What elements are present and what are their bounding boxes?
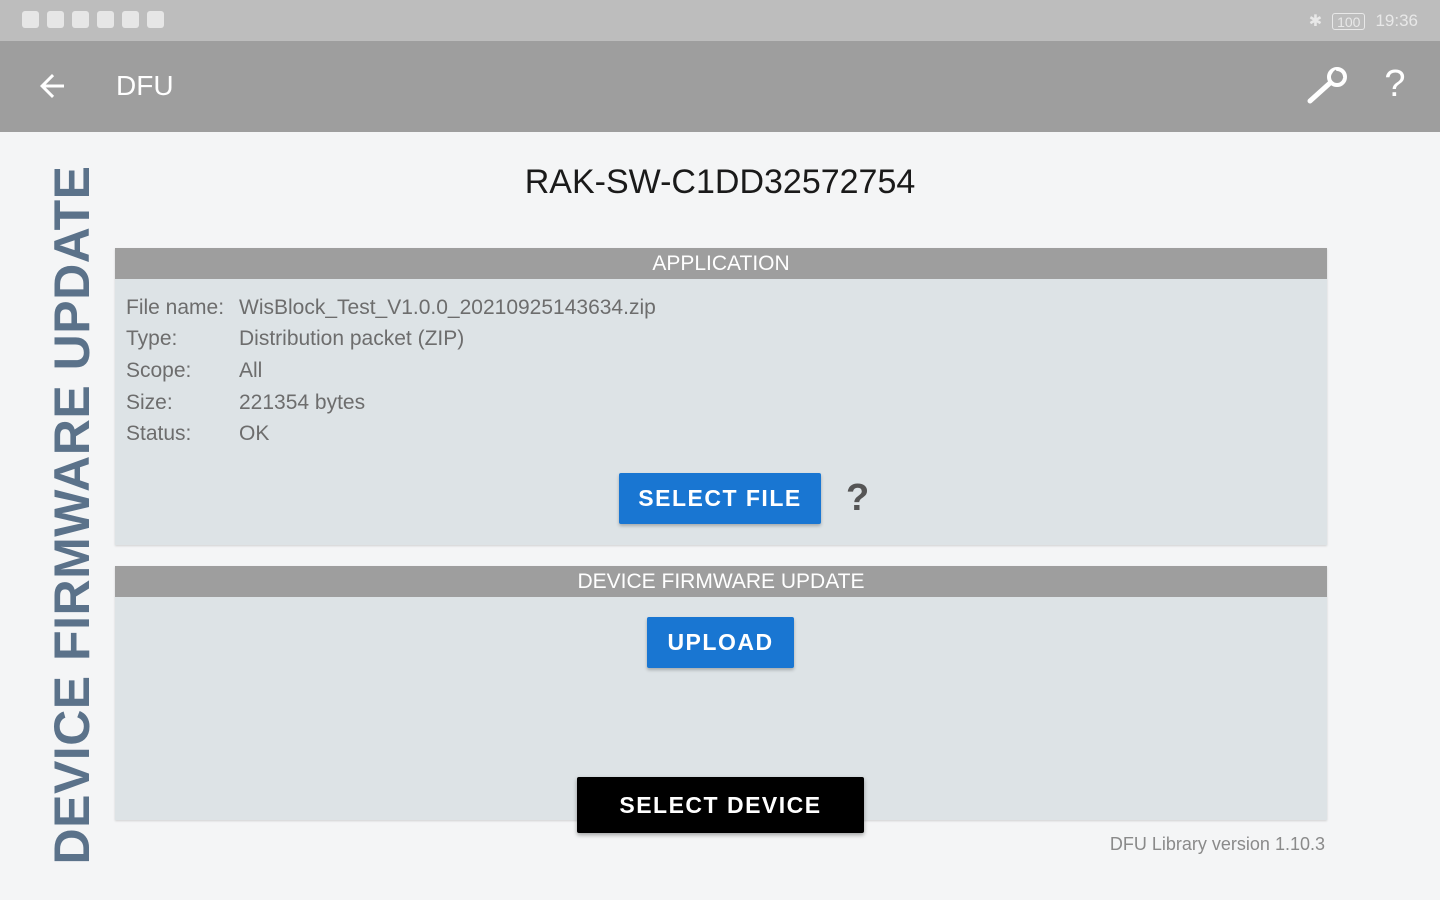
file-info-value: WisBlock_Test_V1.0.0_20210925143634.zip <box>239 295 656 319</box>
file-info-row: Size: 221354 bytes <box>126 387 656 419</box>
app-toolbar: DFU ? <box>0 41 1440 132</box>
chat-icon <box>147 11 164 28</box>
status-notifications <box>22 11 164 28</box>
crown-icon <box>122 11 139 28</box>
file-info-value: All <box>239 358 263 382</box>
library-version: DFU Library version 1.10.3 <box>1109 834 1325 854</box>
file-info-key: Type: <box>126 327 178 351</box>
file-info-key: Size: <box>126 390 173 414</box>
status-system: ✱ 100 19:36 <box>1309 11 1418 31</box>
application-panel: APPLICATION File name: WisBlock_Test_V1.… <box>115 248 1327 545</box>
status-time: 19:36 <box>1375 11 1418 30</box>
bluetooth-icon: ✱ <box>1308 13 1323 30</box>
file-info-value: Distribution packet (ZIP) <box>239 327 465 351</box>
file-info-row: File name: WisBlock_Test_V1.0.0_20210925… <box>126 292 656 324</box>
file-info-key: Scope: <box>126 358 192 382</box>
file-info-row: Status: OK <box>126 418 656 450</box>
select-file-button[interactable]: SELECT FILE <box>619 473 821 524</box>
file-info-key: File name: <box>126 295 225 319</box>
file-info-row: Type: Distribution packet (ZIP) <box>126 324 656 356</box>
file-info-row: Scope: All <box>126 355 656 387</box>
help-icon[interactable]: ? <box>1378 63 1412 106</box>
wrench-icon[interactable] <box>1304 67 1350 107</box>
side-heading: DEVICE FIRMWARE UPDATE <box>44 165 100 865</box>
settings-icon <box>47 11 64 28</box>
file-help-icon[interactable]: ? <box>846 477 869 520</box>
file-info-key: Status: <box>126 422 192 446</box>
upload-button[interactable]: UPLOAD <box>647 617 794 668</box>
arrow-left-icon[interactable] <box>34 68 70 104</box>
file-info-value: OK <box>239 422 270 446</box>
select-device-button[interactable]: SELECT DEVICE <box>577 777 864 833</box>
application-header: APPLICATION <box>115 248 1327 279</box>
device-name: RAK-SW-C1DD32572754 <box>524 163 916 201</box>
file-info-table: File name: WisBlock_Test_V1.0.0_20210925… <box>126 292 656 450</box>
usb-icon <box>72 11 89 28</box>
dfu-header: DEVICE FIRMWARE UPDATE <box>115 566 1327 597</box>
mail-icon <box>97 11 114 28</box>
battery-icon: 100 <box>1332 12 1366 30</box>
status-bar: ✱ 100 19:36 <box>0 0 1440 41</box>
file-info-value: 221354 bytes <box>239 390 366 414</box>
toolbar-title: DFU <box>116 70 174 101</box>
notification-icon <box>22 11 39 28</box>
